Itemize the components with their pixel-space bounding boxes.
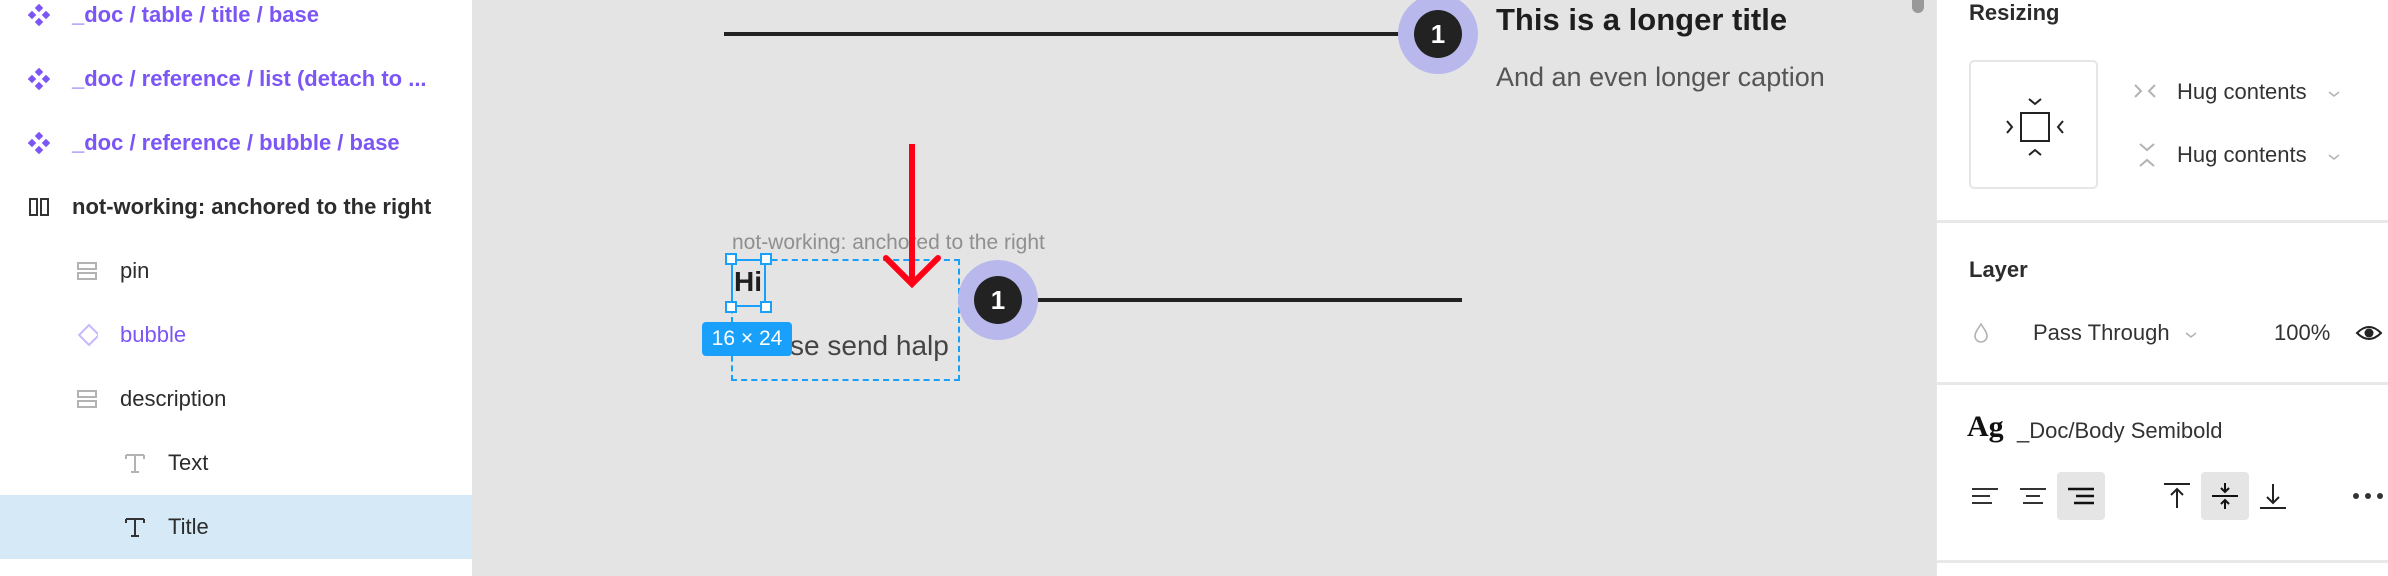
align-top-button[interactable] [2153, 472, 2201, 520]
vertical-autolayout-icon [76, 260, 98, 282]
align-middle-icon [2212, 483, 2238, 509]
more-options-icon[interactable] [2351, 490, 2385, 502]
layer-row-pin[interactable]: pin [0, 239, 472, 303]
canvas-title-text[interactable]: This is a longer title [1496, 2, 1787, 38]
layer-row-doc-reference-list-detach-to[interactable]: _doc / reference / list (detach to ... [0, 47, 472, 111]
chevron-down-icon[interactable] [2326, 149, 2342, 165]
resizing-section-title: Resizing [1969, 0, 2060, 25]
hug-both-icon [2006, 98, 2064, 156]
component-icon [28, 132, 50, 154]
layer-section-title: Layer [1969, 257, 2028, 282]
horizontal-resizing-select[interactable]: Hug contents [2177, 79, 2307, 105]
component-icon [28, 68, 50, 90]
vertical-resizing-select[interactable]: Hug contents [2177, 142, 2307, 168]
connector-line [724, 32, 1444, 36]
layer-row-label: Title [168, 514, 209, 539]
bubble-number: 1 [1414, 10, 1462, 58]
align-top-icon [2164, 483, 2190, 508]
layer-row-label: description [120, 386, 227, 411]
size-badge: 16 × 24 [702, 322, 792, 356]
align-right-button[interactable] [2057, 472, 2105, 520]
annotation-arrow-icon [883, 144, 941, 289]
layer-row-label: bubble [120, 322, 187, 347]
canvas-caption-text[interactable]: And an even longer caption [1496, 62, 1825, 93]
align-bottom-icon [2260, 484, 2286, 509]
align-left-icon [1972, 488, 1998, 504]
selection-box[interactable] [731, 259, 766, 307]
eye-icon[interactable] [2355, 322, 2383, 344]
component-icon [28, 4, 50, 26]
layer-row-label: _doc / table / title / base [72, 2, 319, 27]
text-icon [124, 516, 146, 538]
connector-line [1038, 298, 1462, 302]
section-divider [1937, 382, 2388, 385]
section-divider [1937, 220, 2388, 223]
layer-row-not-working-anchored-to-the-right[interactable]: not-working: anchored to the right [0, 175, 472, 239]
layer-row-doc-reference-bubble-base[interactable]: _doc / reference / bubble / base [0, 111, 472, 175]
layer-row-title[interactable]: Title [0, 495, 472, 559]
text-icon [124, 452, 146, 474]
layer-row-label: _doc / reference / bubble / base [72, 130, 400, 155]
resize-handle-bottom-left[interactable] [725, 301, 737, 313]
align-bottom-button[interactable] [2249, 472, 2297, 520]
layer-row-label: _doc / reference / list (detach to ... [72, 66, 427, 91]
bubble[interactable]: 1 [1398, 0, 1478, 74]
resizing-preview[interactable] [1969, 60, 2098, 189]
resize-handle-top-right[interactable] [760, 253, 772, 265]
align-center-button[interactable] [2009, 472, 2057, 520]
blend-mode-select[interactable]: Pass Through [2033, 320, 2170, 346]
vertical-hug-icon [2139, 143, 2155, 167]
layer-row-label: pin [120, 258, 150, 283]
text-style-name[interactable]: _Doc/Body Semibold [2017, 418, 2222, 444]
layer-row-description[interactable]: description [0, 367, 472, 431]
properties-panel: Resizing Hug contents Hug contents Layer… [1936, 0, 2388, 576]
bubble-number: 1 [974, 276, 1022, 324]
section-divider [1937, 560, 2388, 563]
opacity-input[interactable]: 100% [2274, 320, 2330, 346]
layers-panel: _doc / table / title / base _doc / refere… [0, 0, 472, 576]
resize-handle-bottom-right[interactable] [760, 301, 772, 313]
align-center-icon [2020, 488, 2046, 504]
text-style-preview: Ag [1967, 410, 2004, 443]
canvas-scrollbar[interactable] [1912, 0, 1924, 13]
layer-row-doc-table-title-base[interactable]: _doc / table / title / base [0, 0, 472, 47]
layer-row-bubble[interactable]: bubble [0, 303, 472, 367]
resize-handle-top-left[interactable] [725, 253, 737, 265]
align-middle-button[interactable] [2201, 472, 2249, 520]
align-right-icon [2068, 487, 2094, 505]
chevron-down-icon[interactable] [2183, 327, 2199, 343]
bubble[interactable]: 1 [958, 260, 1038, 340]
blend-mode-drop-icon [1974, 322, 1988, 343]
chevron-down-icon[interactable] [2326, 86, 2342, 102]
instance-icon [76, 323, 98, 347]
layer-row-label: Text [168, 450, 209, 475]
layer-row-text[interactable]: Text [0, 431, 472, 495]
vertical-autolayout-icon [76, 388, 98, 410]
horizontal-autolayout-icon [28, 196, 50, 218]
canvas[interactable]: 1 This is a longer title And an even lon… [472, 0, 1936, 576]
layer-row-label: not-working: anchored to the right [72, 194, 432, 219]
horizontal-hug-icon [2134, 84, 2156, 98]
align-left-button[interactable] [1961, 472, 2009, 520]
